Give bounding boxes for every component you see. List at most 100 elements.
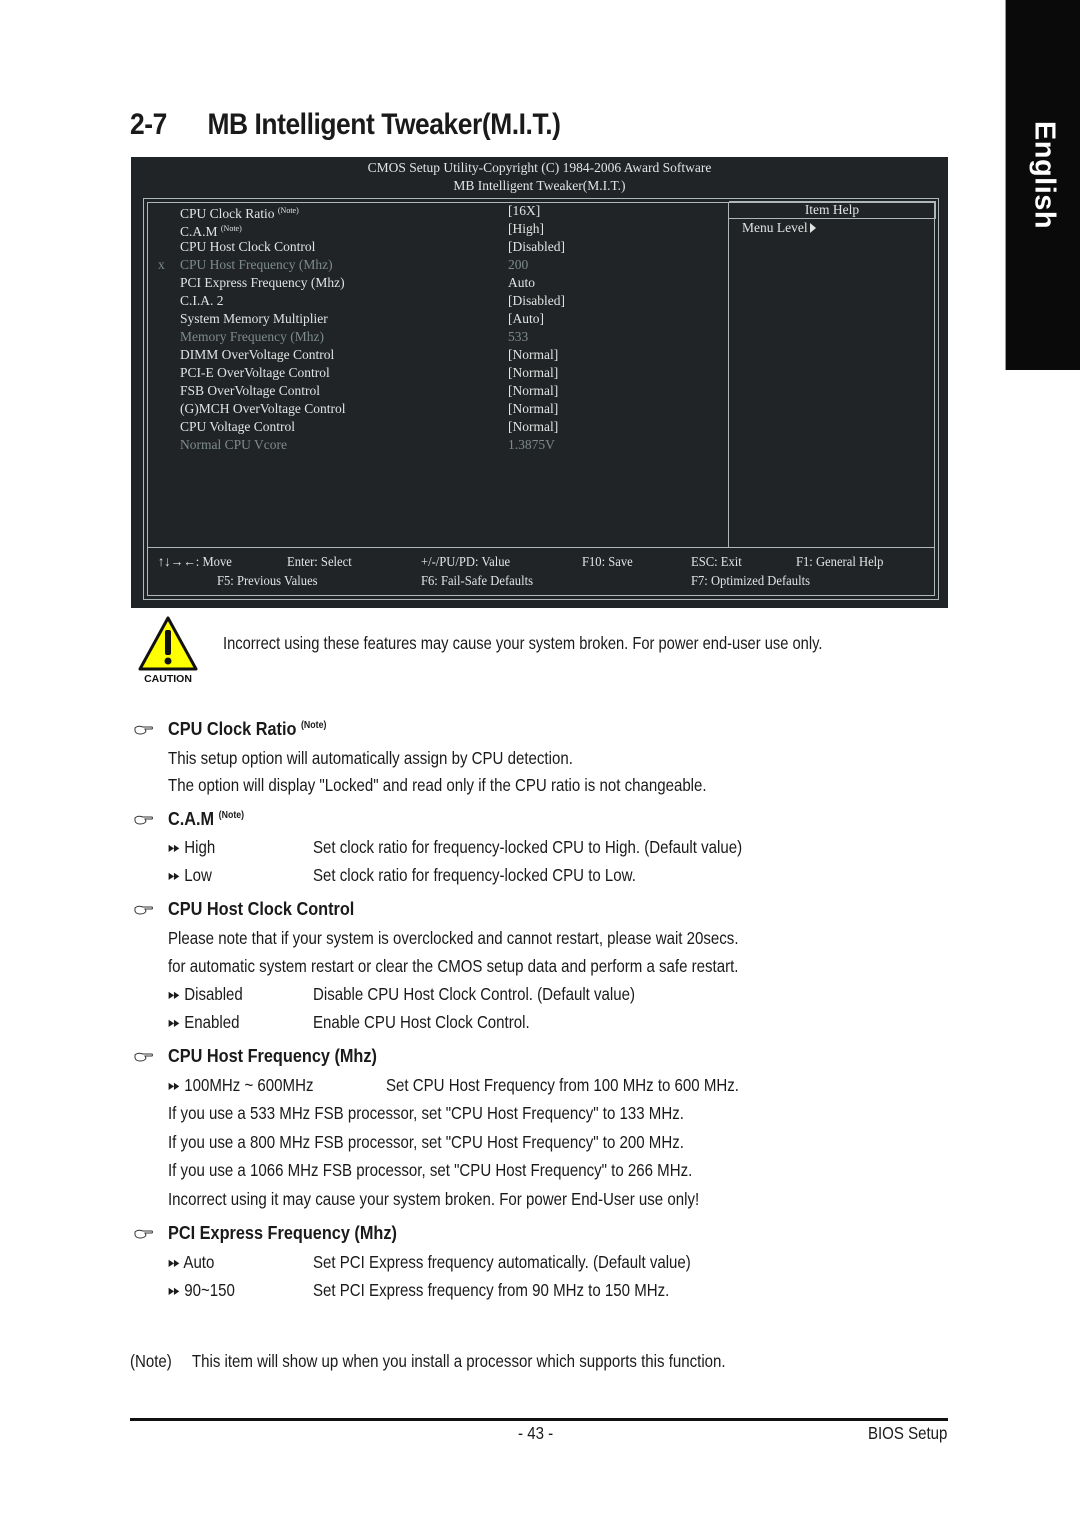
bios-setting-row: Memory Frequency (Mhz) 533 [131, 328, 731, 346]
heading-cpu-clock-ratio: CPU Clock Ratio (Note) [168, 718, 327, 739]
key-exit: ESC: Exit [691, 555, 742, 570]
footer-rule [130, 1418, 948, 1421]
menu-level: Menu Level [742, 220, 816, 236]
note-superscript: (Note) [277, 206, 299, 215]
double-arrow-icon: ⏩︎ [168, 1012, 181, 1032]
setting-value[interactable]: [Auto] [508, 310, 544, 328]
setting-value[interactable]: [Normal] [508, 400, 558, 418]
paragraph-line: Please note that if your system is overc… [168, 928, 739, 948]
double-arrow-icon: ⏩︎ [168, 1075, 181, 1095]
option-key: Auto [183, 1252, 215, 1272]
bios-screen: CMOS Setup Utility-Copyright (C) 1984-20… [131, 157, 948, 608]
footnote-label: (Note) [130, 1351, 172, 1371]
setting-label: PCI-E OverVoltage Control [180, 365, 330, 380]
key-value: +/-/PU/PD: Value [421, 555, 511, 570]
double-arrow-icon: ⏩︎ [168, 865, 181, 885]
double-arrow-icon: ⏩︎ [168, 1252, 181, 1272]
option-desc: Set CPU Host Frequency from 100 MHz to 6… [386, 1075, 739, 1095]
key-save: F10: Save [582, 555, 633, 570]
bios-setting-row[interactable]: (G)MCH OverVoltage Control [Normal] [131, 400, 731, 418]
setting-value[interactable]: [High] [508, 220, 544, 238]
option-key: 90~150 [184, 1280, 235, 1300]
setting-label: (G)MCH OverVoltage Control [180, 401, 346, 416]
setting-label: DIMM OverVoltage Control [180, 347, 335, 362]
bios-setting-row: x CPU Host Frequency (Mhz) 200 [131, 256, 731, 274]
caution-text: Incorrect using these features may cause… [223, 633, 823, 653]
paragraph-line: Incorrect using it may cause your system… [168, 1189, 700, 1209]
key-optimized-defaults: F7: Optimized Defaults [691, 574, 810, 589]
setting-value: 200 [508, 257, 529, 272]
option-key: Disabled [184, 984, 243, 1004]
pointing-hand-icon [134, 1229, 153, 1239]
option-desc: Disable CPU Host Clock Control. (Default… [313, 984, 636, 1004]
setting-value[interactable]: [Disabled] [508, 238, 565, 256]
setting-value[interactable]: [16X] [508, 202, 540, 220]
option-key: High [184, 837, 216, 857]
bios-setting-row[interactable]: CPU Host Clock Control [Disabled] [131, 238, 731, 256]
setting-label: Normal CPU Vcore [180, 437, 287, 452]
section-title: 2-7 MB Intelligent Tweaker(M.I.T.) [130, 108, 561, 142]
bios-setting-row[interactable]: DIMM OverVoltage Control [Normal] [131, 346, 731, 364]
language-side-tab: English [1005, 0, 1080, 370]
setting-value[interactable]: [Normal] [508, 364, 558, 382]
double-arrow-icon: ⏩︎ [168, 837, 181, 857]
option-desc: Enable CPU Host Clock Control. [313, 1012, 530, 1032]
setting-label: C.I.A. 2 [180, 293, 224, 308]
option-key: Enabled [184, 1012, 240, 1032]
setting-value: 533 [508, 329, 529, 344]
setting-value[interactable]: [Normal] [508, 346, 558, 364]
note-superscript: (Note) [300, 720, 327, 731]
bios-setting-row[interactable]: C.A.M (Note) [High] [131, 220, 731, 239]
heading-pci-express-frequency: PCI Express Frequency (Mhz) [168, 1222, 397, 1243]
paragraph-line: The option will display "Locked" and rea… [168, 775, 707, 795]
setting-label: FSB OverVoltage Control [180, 383, 321, 398]
key-move: ↑↓→←: Move [158, 555, 232, 570]
language-label: English [1028, 120, 1060, 230]
setting-value[interactable]: [Disabled] [508, 292, 565, 310]
bios-setting-row[interactable]: CPU Voltage Control [Normal] [131, 418, 731, 436]
setting-value[interactable]: [Normal] [508, 382, 558, 400]
menu-level-label: Menu Level [742, 220, 808, 235]
heading-cpu-host-clock-control: CPU Host Clock Control [168, 898, 355, 919]
footnote-text: This item will show up when you install … [191, 1351, 726, 1371]
caution-label: CAUTION [144, 673, 192, 685]
bios-setting-row[interactable]: FSB OverVoltage Control [Normal] [131, 382, 731, 400]
setting-label: CPU Voltage Control [180, 419, 296, 434]
section-number: 2-7 [130, 108, 167, 141]
footnote: (Note) This item will show up when you in… [130, 1351, 726, 1372]
bios-setting-row[interactable]: System Memory Multiplier [Auto] [131, 310, 731, 328]
note-superscript: (Note) [218, 810, 245, 821]
double-arrow-icon: ⏩︎ [168, 1280, 181, 1300]
bios-setting-row[interactable]: PCI Express Frequency (Mhz) Auto [131, 274, 731, 292]
note-superscript: (Note) [220, 224, 242, 233]
heading-cpu-host-frequency: CPU Host Frequency (Mhz) [168, 1045, 377, 1066]
key-fail-safe-defaults: F6: Fail-Safe Defaults [421, 574, 533, 589]
bios-header-copyright: CMOS Setup Utility-Copyright (C) 1984-20… [367, 160, 712, 175]
setting-label: CPU Host Frequency (Mhz) [180, 257, 333, 272]
bios-settings-list: CPU Clock Ratio (Note) [16X] C.A.M (Note… [131, 202, 731, 454]
item-help-header: Item Help [729, 201, 936, 219]
setting-value: 1.3875V [508, 437, 555, 452]
caution-badge: CAUTION [137, 615, 199, 685]
bios-setting-row[interactable]: PCI-E OverVoltage Control [Normal] [131, 364, 731, 382]
setting-value[interactable]: Auto [508, 274, 535, 292]
setting-value[interactable]: [Normal] [508, 418, 558, 436]
bios-setting-row[interactable]: CPU Clock Ratio (Note) [16X] [131, 202, 731, 221]
double-arrow-icon: ⏩︎ [168, 984, 181, 1004]
key-select: Enter: Select [287, 555, 352, 570]
paragraph-line: If you use a 533 MHz FSB processor, set … [168, 1103, 684, 1123]
heading-cam: C.A.M (Note) [168, 808, 245, 829]
page-number: - 43 - [518, 1423, 554, 1443]
option-key: 100MHz ~ 600MHz [184, 1075, 314, 1095]
option-desc: Set PCI Express frequency from 90 MHz to… [313, 1280, 670, 1300]
pointing-hand-icon [134, 1052, 153, 1062]
section-title-text: MB Intelligent Tweaker(M.I.T.) [207, 108, 561, 141]
setting-label: CPU Host Clock Control [180, 239, 316, 254]
bios-setting-row[interactable]: C.I.A. 2 [Disabled] [131, 292, 731, 310]
option-key: Low [184, 865, 212, 885]
paragraph-line: This setup option will automatically ass… [168, 748, 573, 768]
pointing-hand-icon [134, 725, 153, 735]
option-desc: Set clock ratio for frequency-locked CPU… [313, 837, 743, 857]
pointing-hand-icon [134, 815, 153, 825]
paragraph-line: If you use a 1066 MHz FSB processor, set… [168, 1160, 693, 1180]
